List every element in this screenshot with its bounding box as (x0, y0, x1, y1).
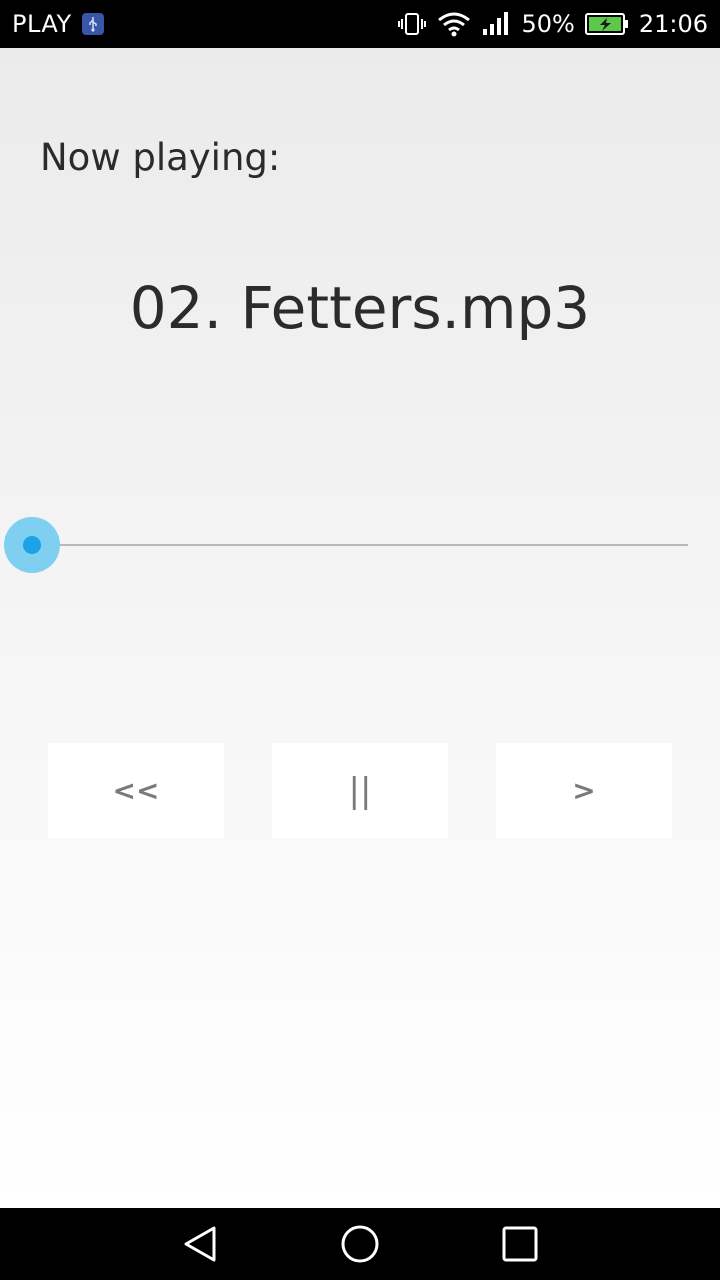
status-bar-left: PLAY (12, 10, 104, 38)
music-player-screen: Now playing: 02. Fetters.mp3 << || > (0, 48, 720, 1208)
pause-button[interactable]: || (272, 743, 448, 838)
status-bar-right: 50% 21:06 (397, 10, 708, 38)
carrier-name: PLAY (12, 10, 72, 38)
seek-thumb[interactable] (23, 536, 41, 554)
wifi-icon (437, 11, 471, 37)
signal-icon (481, 11, 511, 37)
home-circle-icon[interactable] (338, 1222, 382, 1266)
next-button[interactable]: > (496, 743, 672, 838)
battery-charging-icon (584, 12, 629, 36)
status-bar: PLAY 50% 21:06 (0, 0, 720, 48)
now-playing-label: Now playing: (40, 136, 281, 179)
clock: 21:06 (638, 10, 708, 38)
previous-button[interactable]: << (48, 743, 224, 838)
playback-controls: << || > (48, 743, 672, 838)
recent-square-icon[interactable] (498, 1222, 542, 1266)
seek-track[interactable] (32, 544, 688, 546)
track-title: 02. Fetters.mp3 (129, 274, 591, 342)
back-triangle-icon[interactable] (178, 1222, 222, 1266)
seek-bar[interactable] (0, 514, 720, 574)
battery-percent: 50% (521, 10, 575, 38)
navigation-bar (0, 1208, 720, 1280)
vibrate-icon (397, 11, 427, 37)
phone-screen: PLAY 50% 21:06 Now playing: 02. Fetters.… (0, 0, 720, 1280)
usb-icon (81, 13, 104, 35)
